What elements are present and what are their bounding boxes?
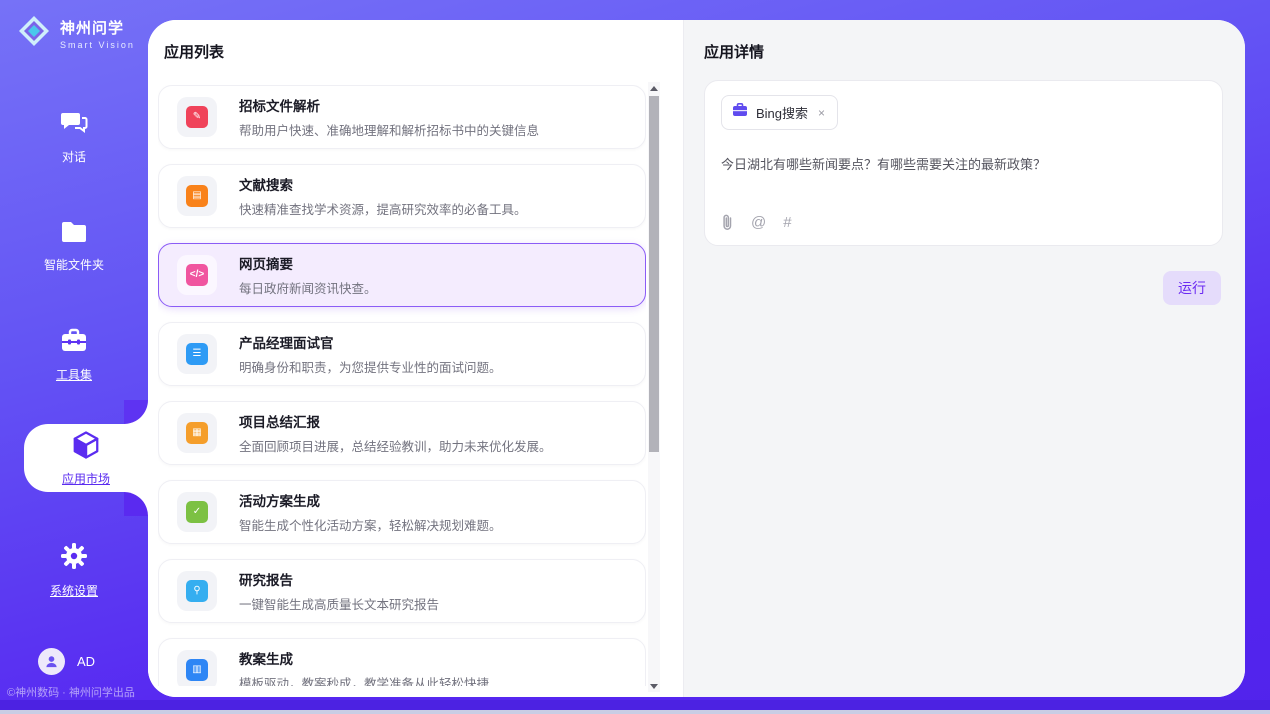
app-card-description: 明确身份和职责，为您提供专业性的面试问题。 <box>239 357 502 376</box>
app-list-scrollbar[interactable] <box>648 82 660 692</box>
brand-subtitle: Smart Vision <box>60 40 135 50</box>
sidebar-item-chat[interactable]: 对话 <box>0 110 148 165</box>
icon-glyph: </> <box>186 264 208 286</box>
tab-curve-bottom <box>124 492 148 516</box>
hashtag-icon[interactable]: # <box>783 214 791 231</box>
app-card-description: 一键智能生成高质量长文本研究报告 <box>239 594 439 613</box>
microscope-icon: ⚲ <box>177 571 217 611</box>
books-icon: ▥ <box>177 650 217 686</box>
app-card-title: 文献搜索 <box>239 174 527 194</box>
app-list: ✎ 招标文件解析帮助用户快速、准确地理解和解析招标书中的关键信息 ▤ 文献搜索快速精准… <box>158 85 646 686</box>
app-card-description: 全面回顾项目进展，总结经验教训，助力未来优化发展。 <box>239 436 552 455</box>
folder-icon <box>60 220 88 249</box>
icon-glyph: ✓ <box>186 501 208 523</box>
mention-icon[interactable]: @ <box>751 214 766 231</box>
run-row: 运行 <box>1163 271 1221 305</box>
app-card-description: 每日政府新闻资讯快查。 <box>239 278 377 297</box>
cube-icon <box>71 430 101 465</box>
icon-glyph: ▤ <box>186 185 208 207</box>
app-card-title: 活动方案生成 <box>239 490 502 510</box>
scroll-down-icon[interactable] <box>648 680 660 692</box>
paperclip-icon[interactable] <box>721 214 734 231</box>
user-account[interactable]: AD <box>38 648 95 675</box>
app-card-description: 智能生成个性化活动方案，轻松解决规划难题。 <box>239 515 502 534</box>
icon-glyph: ⚲ <box>186 580 208 602</box>
app-card-description: 模板驱动，教案秒成，教学准备从此轻松快捷 <box>239 673 489 686</box>
sidebar-item-label: 系统设置 <box>50 582 98 599</box>
app-card[interactable]: ⚲ 研究报告一键智能生成高质量长文本研究报告 <box>158 559 646 623</box>
app-card-title: 教案生成 <box>239 648 489 668</box>
app-list-title: 应用列表 <box>164 41 224 62</box>
query-input[interactable]: 今日湖北有哪些新闻要点？有哪些需要关注的最新政策？ <box>721 154 1206 198</box>
icon-glyph: ☰ <box>186 343 208 365</box>
app-card-description: 帮助用户快速、准确地理解和解析招标书中的关键信息 <box>239 120 539 139</box>
app-card[interactable]: ✎ 招标文件解析帮助用户快速、准确地理解和解析招标书中的关键信息 <box>158 85 646 149</box>
copyright-footer: ©神州数码 · 神州问学出品 <box>7 684 147 700</box>
close-icon[interactable]: × <box>816 106 827 120</box>
sidebar-item-toolset[interactable]: 工具集 <box>0 328 148 383</box>
tool-tag-label: Bing搜索 <box>756 103 808 122</box>
tab-curve-top <box>124 400 148 424</box>
icon-glyph: ✎ <box>186 106 208 128</box>
app-list-pane: 应用列表 ✎ 招标文件解析帮助用户快速、准确地理解和解析招标书中的关键信息 ▤ 文献搜… <box>148 20 683 697</box>
brand-logo: 神州问学 Smart Vision <box>16 13 135 54</box>
resume-person-icon: ☰ <box>177 334 217 374</box>
notepad-icon: ▦ <box>177 413 217 453</box>
app-card[interactable]: </> 网页摘要每日政府新闻资讯快查。 <box>158 243 646 307</box>
scrollbar-thumb[interactable] <box>649 96 659 452</box>
app-card[interactable]: ▤ 文献搜索快速精准查找学术资源，提高研究效率的必备工具。 <box>158 164 646 228</box>
sidebar-item-smart-folder[interactable]: 智能文件夹 <box>0 220 148 273</box>
tool-tag-bing-search[interactable]: Bing搜索 × <box>721 95 838 130</box>
sidebar-item-app-market[interactable]: 应用市场 <box>24 424 148 492</box>
app-card[interactable]: ▦ 项目总结汇报全面回顾项目进展，总结经验教训，助力未来优化发展。 <box>158 401 646 465</box>
bottom-bar <box>0 700 1270 710</box>
app-card-title: 项目总结汇报 <box>239 411 552 431</box>
sidebar-item-label: 应用市场 <box>62 470 110 487</box>
app-card-title: 招标文件解析 <box>239 95 539 115</box>
app-card-title: 网页摘要 <box>239 253 377 273</box>
chat-icon <box>60 110 88 141</box>
brand-name: 神州问学 <box>60 17 135 38</box>
app-detail-title: 应用详情 <box>704 41 764 62</box>
browser-code-icon: </> <box>177 255 217 295</box>
diamond-logo-icon <box>16 13 52 54</box>
app-detail-pane: 应用详情 Bing搜索 × 今日湖北有哪些新闻要点？有哪些需要关注的最新政策？ <box>683 20 1245 697</box>
icon-glyph: ▦ <box>186 422 208 444</box>
sidebar-item-settings[interactable]: 系统设置 <box>0 542 148 599</box>
sidebar-item-label: 智能文件夹 <box>44 256 104 273</box>
app-card[interactable]: ☰ 产品经理面试官明确身份和职责，为您提供专业性的面试问题。 <box>158 322 646 386</box>
clipboard-check-icon: ✓ <box>177 492 217 532</box>
app-card-description: 快速精准查找学术资源，提高研究效率的必备工具。 <box>239 199 527 218</box>
sidebar: 神州问学 Smart Vision 对话 智能文件夹 <box>0 0 148 700</box>
avatar <box>38 648 65 675</box>
briefcase-icon <box>732 103 748 122</box>
app-card-title: 产品经理面试官 <box>239 332 502 352</box>
main-content: 应用列表 ✎ 招标文件解析帮助用户快速、准确地理解和解析招标书中的关键信息 ▤ 文献搜… <box>148 20 1245 697</box>
user-name: AD <box>77 654 95 669</box>
app-card[interactable]: ▥ 教案生成模板驱动，教案秒成，教学准备从此轻松快捷 <box>158 638 646 686</box>
run-button[interactable]: 运行 <box>1163 271 1221 305</box>
icon-glyph: ▥ <box>186 659 208 681</box>
scroll-up-icon[interactable] <box>648 82 660 94</box>
app-card[interactable]: ✓ 活动方案生成智能生成个性化活动方案，轻松解决规划难题。 <box>158 480 646 544</box>
sidebar-item-label: 工具集 <box>56 366 92 383</box>
bottom-edge <box>0 710 1270 714</box>
app-card-title: 研究报告 <box>239 569 439 589</box>
sidebar-item-label: 对话 <box>62 148 86 165</box>
prompt-card: Bing搜索 × 今日湖北有哪些新闻要点？有哪些需要关注的最新政策？ @ # <box>704 80 1223 246</box>
document-edit-icon: ✎ <box>177 97 217 137</box>
attachment-toolbar: @ # <box>721 214 792 231</box>
toolbox-icon <box>60 328 88 359</box>
gear-icon <box>60 542 88 575</box>
book-icon: ▤ <box>177 176 217 216</box>
